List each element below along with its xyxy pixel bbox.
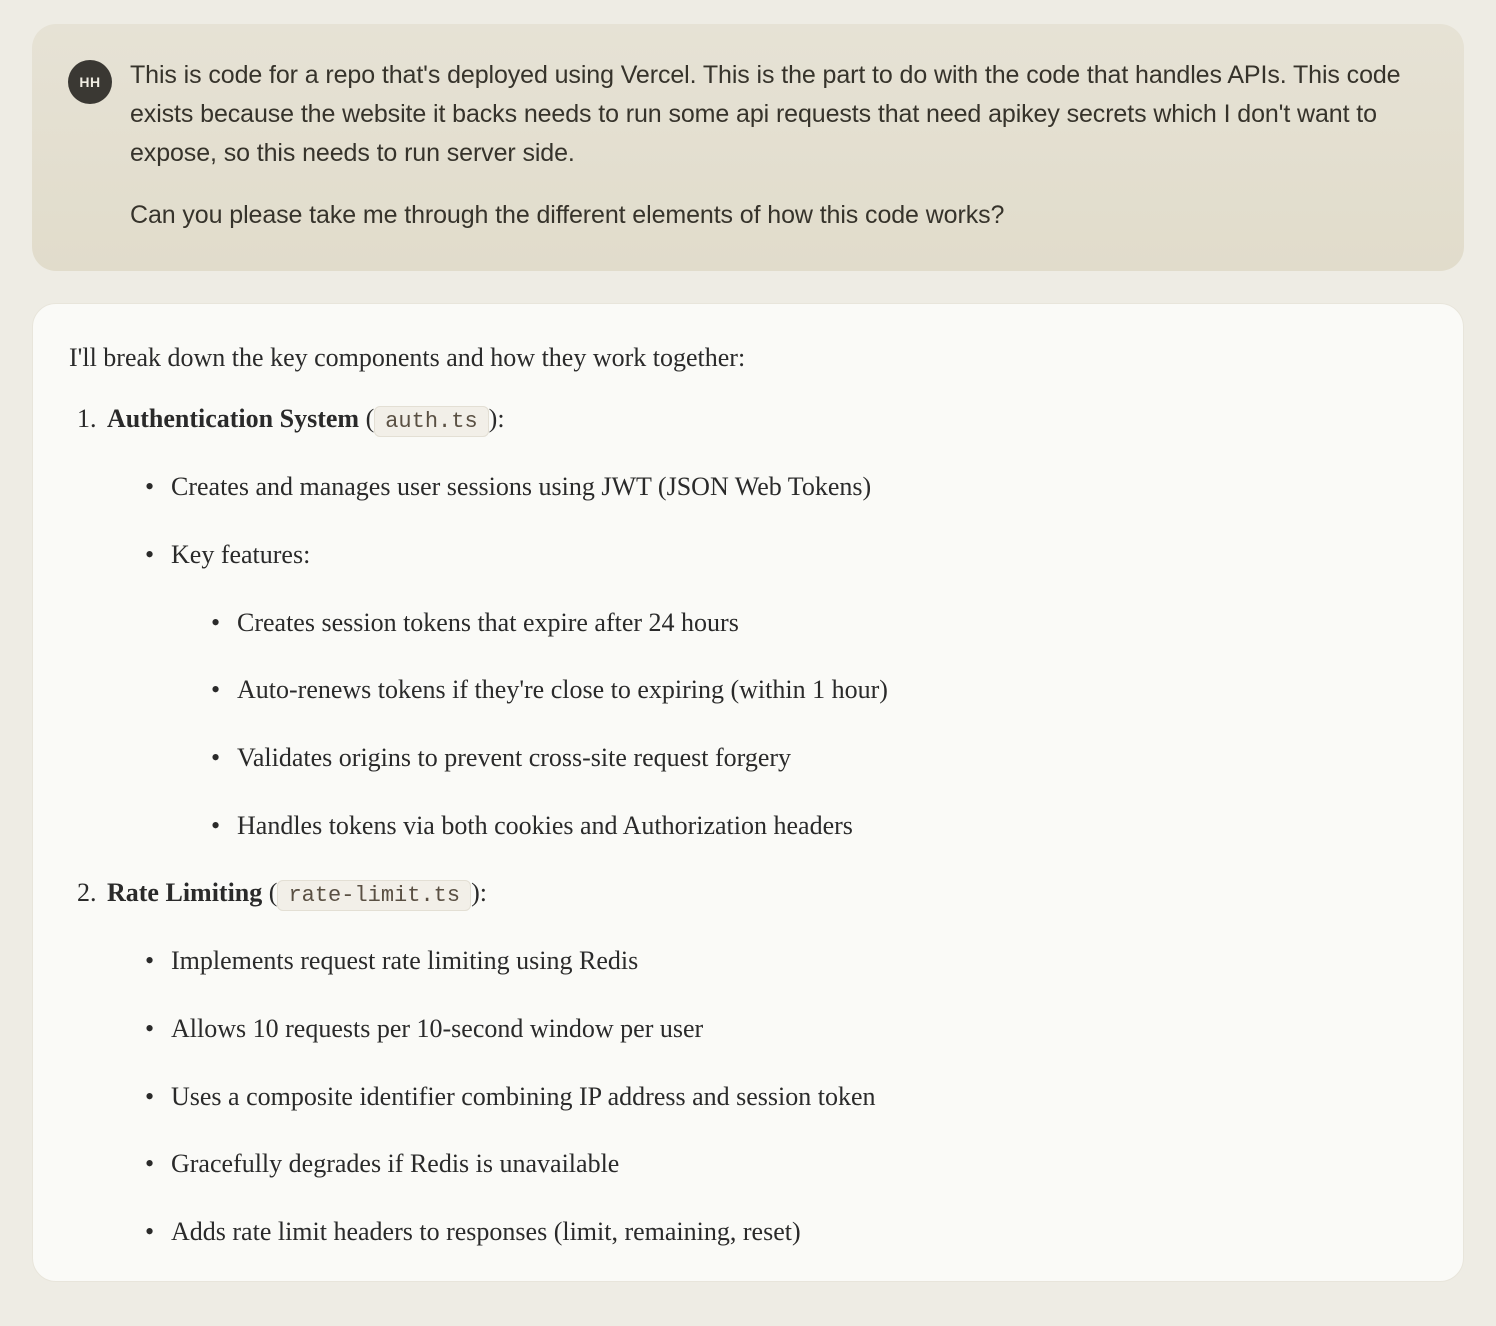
list-item: Auto-renews tokens if they're close to e… — [237, 671, 1427, 709]
user-paragraph: Can you please take me through the diffe… — [130, 196, 1428, 235]
list-item: Adds rate limit headers to responses (li… — [171, 1213, 1427, 1251]
list-item: Allows 10 requests per 10-second window … — [171, 1010, 1427, 1048]
bullet-list: Implements request rate limiting using R… — [107, 942, 1427, 1250]
bullet-list: Creates and manages user sessions using … — [107, 468, 1427, 844]
bullet-list-nested: Creates session tokens that expire after… — [171, 604, 1427, 845]
assistant-intro: I'll break down the key components and h… — [69, 340, 1427, 376]
avatar: HH — [68, 60, 112, 104]
user-message-text: This is code for a repo that's deployed … — [130, 56, 1428, 235]
user-paragraph: This is code for a repo that's deployed … — [130, 56, 1428, 172]
list-item-auth: 1. Authentication System (auth.ts): Crea… — [107, 400, 1427, 844]
list-item: Key features: Creates session tokens tha… — [171, 536, 1427, 844]
list-item: Creates session tokens that expire after… — [237, 604, 1427, 642]
section-title: Rate Limiting — [107, 878, 262, 907]
list-item: Creates and manages user sessions using … — [171, 468, 1427, 506]
list-item: Gracefully degrades if Redis is unavaila… — [171, 1145, 1427, 1183]
list-number: 1. — [77, 400, 97, 438]
code-chip: rate-limit.ts — [277, 880, 471, 911]
list-item: Handles tokens via both cookies and Auth… — [237, 807, 1427, 845]
section-title: Authentication System — [107, 404, 359, 433]
list-item-label: Key features: — [171, 540, 310, 569]
list-item-rate-limit: 2. Rate Limiting (rate-limit.ts): Implem… — [107, 874, 1427, 1250]
user-message: HH This is code for a repo that's deploy… — [32, 24, 1464, 271]
code-chip: auth.ts — [374, 406, 488, 437]
list-item: Implements request rate limiting using R… — [171, 942, 1427, 980]
assistant-message: I'll break down the key components and h… — [32, 303, 1464, 1282]
list-item: Validates origins to prevent cross-site … — [237, 739, 1427, 777]
ordered-list: 1. Authentication System (auth.ts): Crea… — [69, 400, 1427, 1250]
list-item: Uses a composite identifier combining IP… — [171, 1078, 1427, 1116]
list-number: 2. — [77, 874, 97, 912]
